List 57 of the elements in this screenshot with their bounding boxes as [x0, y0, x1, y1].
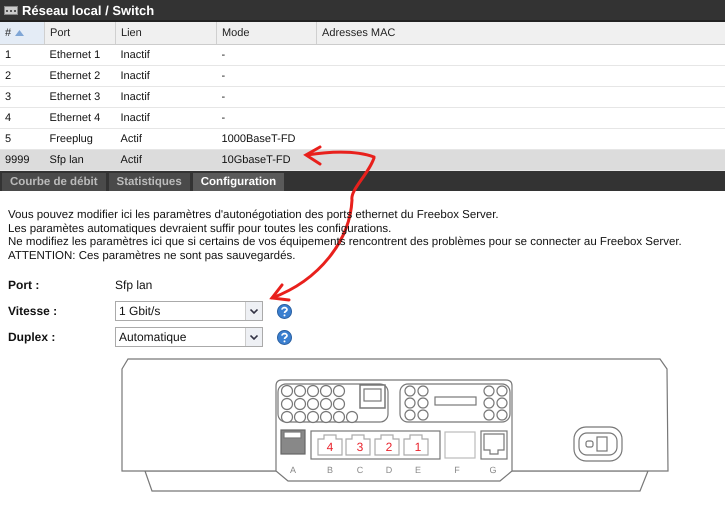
- sort-ascending-icon: [15, 30, 24, 36]
- table-cell: -: [222, 70, 226, 82]
- table-cell: Ethernet 1: [50, 49, 100, 61]
- column-header[interactable]: Adresses MAC: [316, 22, 725, 44]
- table-cell: Ethernet 4: [50, 112, 100, 124]
- port-label: A: [290, 465, 296, 475]
- table-cell: -: [222, 91, 226, 103]
- switch-icon: [4, 6, 18, 14]
- column-header[interactable]: Mode: [216, 22, 316, 44]
- field-label: Port :: [8, 278, 40, 292]
- table-cell: Ethernet 3: [50, 91, 100, 103]
- chevron-down-icon: [250, 308, 258, 314]
- field-label: Duplex :: [8, 330, 56, 344]
- field-label: Vitesse :: [8, 304, 58, 318]
- table-cell: Inactif: [120, 91, 150, 103]
- tab[interactable]: Statistiques: [108, 173, 190, 191]
- column-header[interactable]: Port: [44, 22, 116, 44]
- table-cell: 5: [5, 133, 12, 145]
- table-cell: Ethernet 2: [50, 70, 100, 82]
- tab[interactable]: Courbe de débit: [2, 173, 106, 191]
- field-value: Sfp lan: [115, 278, 152, 292]
- chevron-down-icon: [250, 334, 258, 340]
- port-number: 4: [326, 440, 334, 454]
- table-cell: Actif: [120, 154, 142, 166]
- help-icon[interactable]: [277, 304, 292, 318]
- port-number: 1: [414, 440, 422, 454]
- intro-text: ATTENTION: Ces paramètres ne sont pas sauvegardés.: [8, 250, 296, 263]
- port-label: G: [490, 465, 496, 475]
- table-cell: 10GbaseT-FD: [222, 154, 291, 166]
- port-label: C: [356, 465, 364, 475]
- table-cell: 2: [5, 70, 12, 82]
- table-cell: Actif: [120, 133, 142, 145]
- table-cell: Sfp lan: [50, 154, 84, 166]
- tab[interactable]: Configuration: [192, 173, 284, 191]
- table-cell: Inactif: [120, 112, 150, 124]
- port-number: 3: [356, 440, 364, 454]
- dropdown[interactable]: 1 Gbit/s: [115, 301, 263, 321]
- port-label: E: [415, 465, 421, 475]
- table-cell: 4: [5, 112, 12, 124]
- table-cell: 3: [5, 91, 12, 103]
- table-cell: 9999: [5, 154, 30, 166]
- column-header[interactable]: Lien: [116, 22, 216, 44]
- table-cell: 1000BaseT-FD: [222, 133, 296, 145]
- port-label: D: [386, 465, 392, 475]
- window-title: Réseau local / Switch: [22, 2, 154, 18]
- table-cell: Freeplug: [50, 133, 93, 145]
- port-label: B: [327, 465, 333, 475]
- table-cell: 1: [5, 49, 12, 61]
- table-cell: -: [222, 49, 226, 61]
- column-header[interactable]: #: [0, 22, 44, 44]
- table-cell: Inactif: [120, 70, 150, 82]
- port-label: F: [454, 465, 460, 475]
- port-number: 2: [386, 440, 392, 454]
- table-cell: Inactif: [120, 49, 150, 61]
- dropdown[interactable]: Automatique: [115, 327, 263, 347]
- table-cell: -: [222, 112, 226, 124]
- help-icon[interactable]: [277, 330, 292, 344]
